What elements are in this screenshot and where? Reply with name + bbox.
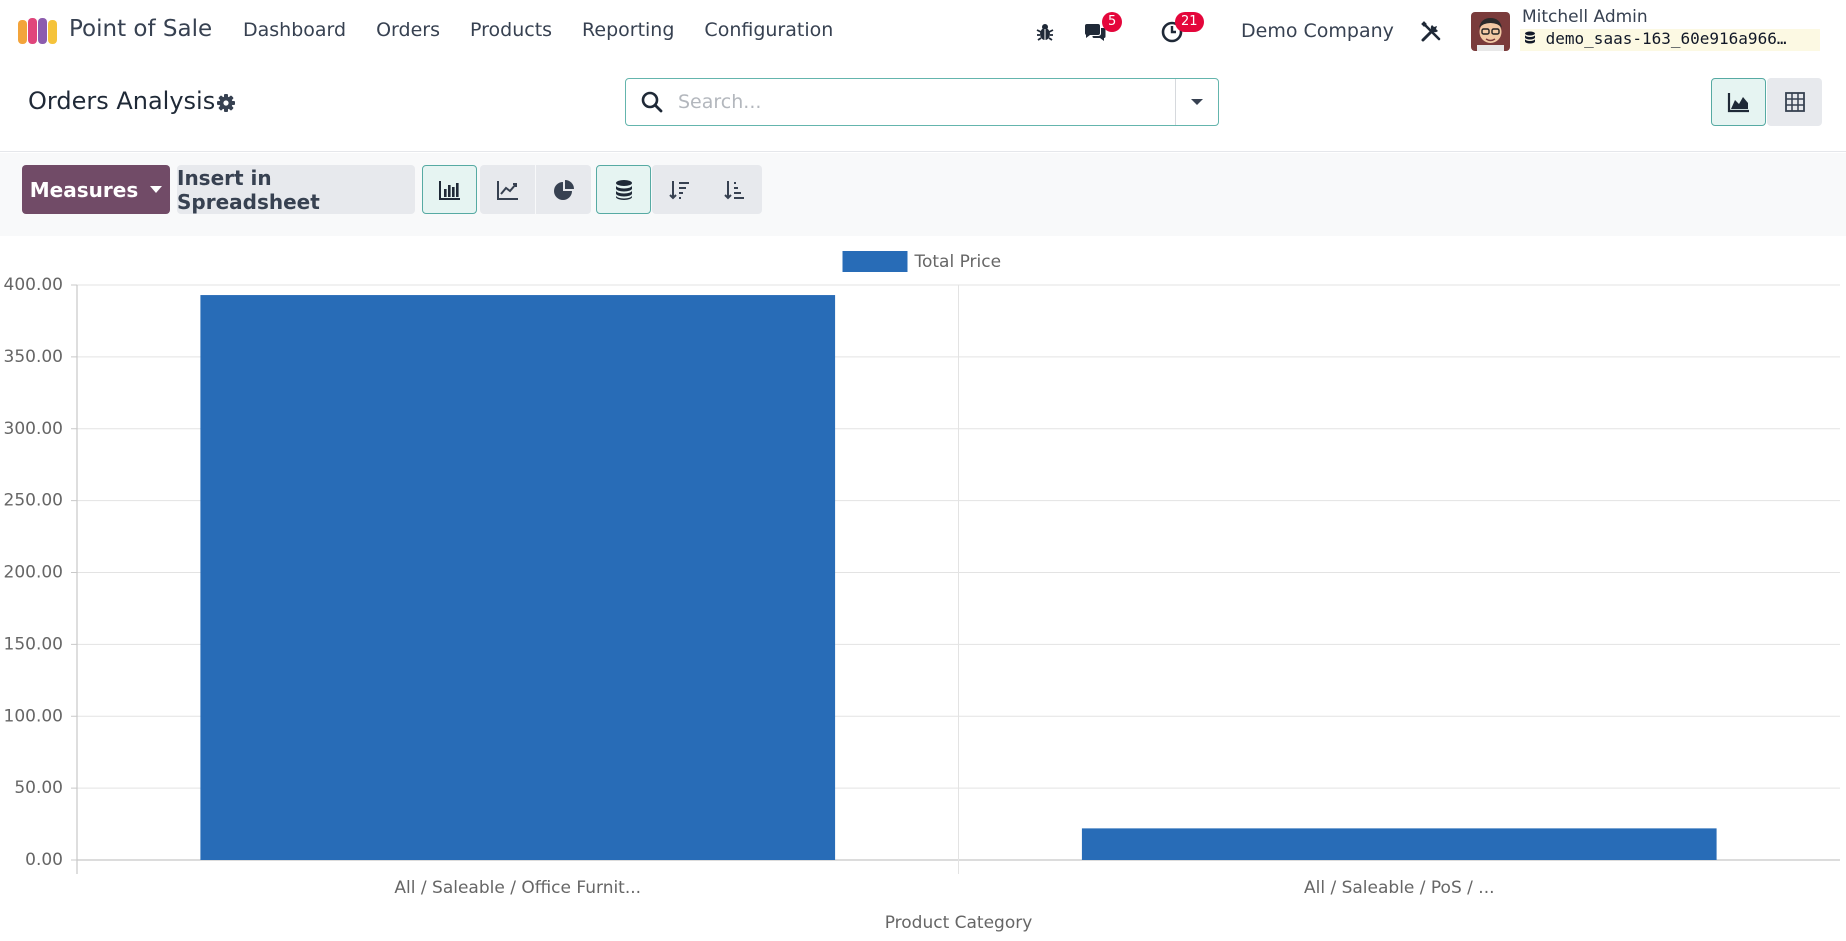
- x-axis-label: Product Category: [885, 913, 1033, 933]
- graph-view-button[interactable]: [1711, 78, 1766, 126]
- y-tick-label: 100.00: [4, 706, 63, 726]
- menu-configuration[interactable]: Configuration: [704, 19, 833, 41]
- pivot-view-button[interactable]: [1767, 78, 1822, 126]
- main-menu: Dashboard Orders Products Reporting Conf…: [243, 19, 863, 41]
- database-name: demo_saas-163_60e916a966…: [1520, 29, 1820, 51]
- menu-products[interactable]: Products: [470, 19, 552, 41]
- legend-label: Total Price: [914, 252, 1002, 272]
- company-switcher[interactable]: Demo Company: [1241, 20, 1394, 42]
- pos-app-icon[interactable]: [18, 18, 58, 44]
- line-chart-icon: [496, 180, 518, 200]
- area-chart-icon: [1727, 93, 1749, 113]
- top-navbar: Point of Sale Dashboard Orders Products …: [0, 0, 1846, 62]
- pie-chart-button[interactable]: [536, 165, 591, 214]
- messages-badge: 5: [1102, 12, 1123, 32]
- x-tick-label: All / Saleable / Office Furnit...: [394, 878, 641, 898]
- caret-down-icon: [150, 186, 163, 193]
- caret-down-icon: [1191, 99, 1203, 105]
- bar: [200, 295, 836, 860]
- search-bar: [625, 78, 1219, 126]
- user-avatar[interactable]: [1471, 12, 1510, 51]
- insert-spreadsheet-button[interactable]: Insert in Spreadsheet: [177, 165, 415, 214]
- bar-chart-button[interactable]: [422, 165, 477, 214]
- sort-descending-button[interactable]: [652, 165, 707, 214]
- y-tick-label: 50.00: [14, 778, 63, 798]
- bar: [1081, 828, 1717, 860]
- sort-ascending-icon: [723, 180, 744, 199]
- y-tick-label: 350.00: [4, 347, 63, 367]
- search-options-toggle[interactable]: [1175, 79, 1218, 125]
- line-chart-button[interactable]: [480, 165, 535, 214]
- activities-badge: 21: [1175, 12, 1204, 32]
- legend-swatch: [842, 251, 908, 272]
- x-tick-label: All / Saleable / PoS / ...: [1304, 878, 1495, 898]
- bar-chart: 0.00 50.00 100.00 150.00 200.00 250.00 300.00 3…: [4, 251, 1840, 933]
- database-stack-icon: [615, 179, 632, 200]
- database-label: demo_saas-163_60e916a966…: [1545, 29, 1787, 48]
- debug-tools-icon[interactable]: [1419, 20, 1443, 44]
- measures-label: Measures: [29, 177, 139, 202]
- bar-chart-icon: [438, 180, 460, 200]
- bug-icon[interactable]: [1033, 20, 1057, 44]
- y-tick-label: 300.00: [4, 419, 63, 439]
- y-tick-label: 250.00: [4, 491, 63, 511]
- menu-dashboard[interactable]: Dashboard: [243, 19, 346, 41]
- y-tick-label: 200.00: [4, 563, 63, 583]
- y-tick-label: 150.00: [4, 634, 63, 654]
- y-tick-label: 400.00: [4, 275, 63, 295]
- user-name[interactable]: Mitchell Admin: [1522, 7, 1648, 27]
- stacked-button[interactable]: [596, 165, 651, 214]
- graph-toolbar: Measures Insert in Spreadsheet: [0, 153, 1846, 236]
- y-tick-label: 0.00: [25, 850, 63, 870]
- page-title: Orders Analysis: [28, 87, 216, 115]
- search-icon: [641, 91, 663, 113]
- gear-icon[interactable]: [216, 93, 236, 113]
- search-input[interactable]: [678, 91, 1158, 113]
- graph-chart: 0.00 50.00 100.00 150.00 200.00 250.00 300.00 3…: [0, 236, 1846, 941]
- database-icon: [1525, 31, 1535, 44]
- measures-button[interactable]: Measures: [22, 165, 170, 214]
- sort-descending-icon: [668, 180, 689, 199]
- pie-chart-icon: [553, 179, 574, 200]
- sort-ascending-button[interactable]: [707, 165, 762, 214]
- menu-reporting[interactable]: Reporting: [582, 19, 674, 41]
- control-panel: Orders Analysis: [0, 62, 1846, 152]
- menu-orders[interactable]: Orders: [376, 19, 440, 41]
- table-icon: [1784, 92, 1805, 112]
- app-name[interactable]: Point of Sale: [69, 16, 212, 42]
